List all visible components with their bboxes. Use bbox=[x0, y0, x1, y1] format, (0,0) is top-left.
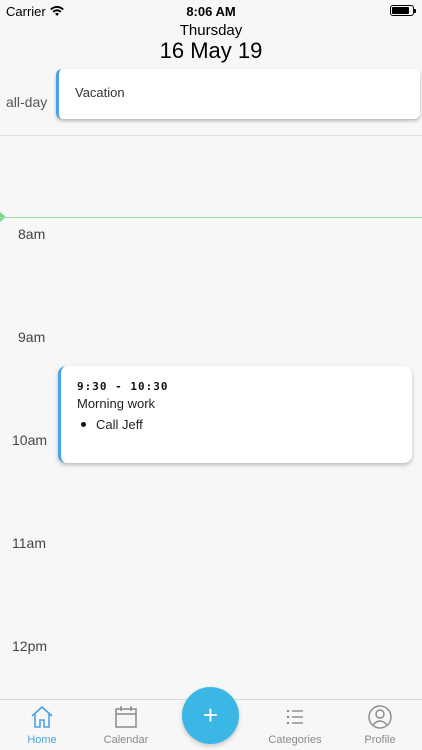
status-bar: Carrier 8:06 AM bbox=[0, 0, 422, 22]
profile-icon bbox=[368, 705, 392, 729]
battery-icon bbox=[390, 5, 416, 16]
tab-categories[interactable]: Categories bbox=[253, 704, 337, 746]
date-title: 16 May 19 bbox=[159, 38, 263, 63]
event-time: 9:30 - 10:30 bbox=[77, 380, 169, 393]
all-day-row: all-day Vacation bbox=[0, 64, 422, 136]
tab-calendar-label: Calendar bbox=[103, 734, 149, 746]
calendar-icon bbox=[115, 706, 137, 728]
hour-label-12pm: 12pm bbox=[12, 638, 48, 654]
event-task-item: Call Jeff bbox=[81, 417, 143, 432]
all-day-event-card[interactable]: Vacation bbox=[56, 69, 420, 119]
hour-label-10am: 10am bbox=[12, 432, 48, 448]
current-time-line bbox=[0, 217, 422, 218]
tab-calendar[interactable]: Calendar bbox=[84, 704, 168, 746]
home-icon bbox=[31, 705, 53, 728]
tab-categories-label: Categories bbox=[268, 734, 322, 746]
list-icon bbox=[286, 709, 303, 725]
tab-home[interactable]: Home bbox=[0, 704, 84, 746]
hour-label-9am: 9am bbox=[18, 329, 46, 345]
hour-label-8am: 8am bbox=[18, 226, 46, 242]
tab-profile[interactable]: Profile bbox=[338, 704, 422, 746]
event-title: Morning work bbox=[77, 396, 156, 411]
all-day-label: all-day bbox=[6, 94, 48, 110]
bullet-icon bbox=[81, 422, 86, 427]
tab-home-label: Home bbox=[27, 734, 57, 746]
event-card[interactable]: 9:30 - 10:30 Morning work Call Jeff bbox=[58, 366, 412, 463]
hour-label-11am: 11am bbox=[12, 535, 46, 551]
day-header: Thursday 16 May 19 bbox=[0, 22, 422, 63]
day-timeline[interactable]: 8am 9am 10am 11am 12pm 9:30 - 10:30 Morn… bbox=[0, 137, 422, 699]
status-time: 8:06 AM bbox=[186, 4, 236, 19]
event-task-label: Call Jeff bbox=[96, 417, 143, 432]
add-event-button[interactable]: + bbox=[182, 687, 239, 744]
tab-profile-label: Profile bbox=[364, 734, 396, 746]
all-day-event-title: Vacation bbox=[75, 85, 125, 100]
